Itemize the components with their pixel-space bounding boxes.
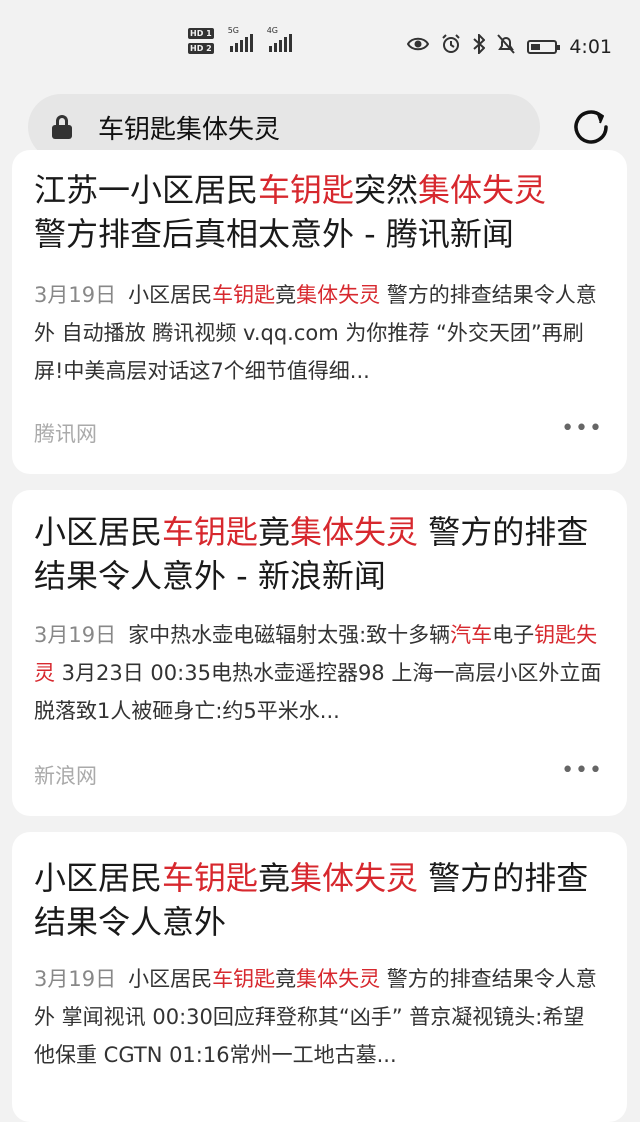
signal-2-label: 4G: [266, 26, 278, 35]
title-text: 江苏一小区居民: [34, 171, 259, 209]
refresh-icon[interactable]: [570, 106, 612, 148]
lock-icon: [52, 115, 72, 139]
snippet-text: 竟: [275, 967, 297, 991]
title-text: 突然: [354, 171, 419, 209]
snippet-text: 小区居民: [128, 283, 213, 307]
status-bar-left: HD 1 HD 2 5G 4G: [188, 26, 292, 54]
snippet-highlight: 集体失灵: [296, 967, 381, 991]
status-bar: HD 1 HD 2 5G 4G 4:01: [0, 0, 640, 88]
result-3-title[interactable]: 小区居民车钥匙竟集体失灵 警方的排查结果令人意外: [34, 856, 603, 944]
result-date: 3月19日: [34, 623, 117, 647]
title-highlight: 车钥匙: [162, 513, 259, 551]
result-2-title[interactable]: 小区居民车钥匙竟集体失灵 警方的排查结果令人意外 - 新浪新闻: [34, 510, 603, 598]
snippet-text: 竟: [275, 283, 297, 307]
snippet-highlight: 汽车: [450, 623, 493, 647]
snippet-text: 小区居民: [128, 967, 213, 991]
status-time: 4:01: [569, 35, 612, 58]
snippet-highlight: 车钥匙: [212, 283, 276, 307]
more-options-icon[interactable]: •••: [561, 416, 603, 441]
result-date: 3月19日: [34, 967, 117, 991]
status-bar-right: 4:01: [407, 32, 612, 59]
mute-bell-icon: [497, 34, 516, 59]
title-highlight: 集体失灵: [418, 171, 547, 209]
result-date: 3月19日: [34, 283, 117, 307]
alarm-icon: [441, 34, 461, 59]
title-highlight: 集体失灵: [290, 859, 419, 897]
result-1-title[interactable]: 江苏一小区居民车钥匙突然集体失灵警方排查后真相太意外 - 腾讯新闻: [34, 168, 603, 256]
title-text: 竟: [258, 859, 291, 897]
title-highlight: 集体失灵: [290, 513, 419, 551]
snippet-highlight: 车钥匙: [212, 967, 276, 991]
title-highlight: 车钥匙: [258, 171, 355, 209]
signal-1-label: 5G: [227, 26, 239, 35]
title-text: 竟: [258, 513, 291, 551]
result-2-source: 新浪网: [34, 764, 97, 788]
title-highlight: 车钥匙: [162, 859, 259, 897]
result-2-snippet: 3月19日 家中热水壶电磁辐射太强:致十多辆汽车电子钥匙失灵 3月23日 00:3…: [34, 616, 603, 730]
more-options-icon[interactable]: •••: [561, 758, 603, 783]
title-text: 小区居民: [34, 513, 163, 551]
hd1-icon: HD 1: [188, 28, 214, 39]
eye-icon: [407, 36, 430, 57]
title-text: 小区居民: [34, 859, 163, 897]
snippet-text: 3月23日 00:35电热水壶遥控器98 上海一高层小区外立面脱落致1人被砸身亡…: [34, 661, 602, 723]
signal-2-icon: 4G: [267, 26, 292, 52]
snippet-highlight: 集体失灵: [296, 283, 381, 307]
snippet-text: 家中热水壶电磁辐射太强:致十多辆: [128, 623, 451, 647]
hd2-icon: HD 2: [188, 43, 214, 54]
snippet-text: 电子: [492, 623, 535, 647]
hd-indicators: HD 1 HD 2: [188, 28, 214, 54]
result-1-snippet: 3月19日 小区居民车钥匙竟集体失灵 警方的排查结果令人意外 自动播放 腾讯视频 …: [34, 276, 603, 390]
title-text: 警方排查后真相太意外 - 腾讯新闻: [34, 215, 514, 253]
search-result-card-3[interactable]: 小区居民车钥匙竟集体失灵 警方的排查结果令人意外 3月19日 小区居民车钥匙竟集体…: [12, 832, 627, 1122]
bluetooth-icon: [473, 32, 486, 59]
search-result-card-2[interactable]: 小区居民车钥匙竟集体失灵 警方的排查结果令人意外 - 新浪新闻 3月19日 家中热…: [12, 490, 627, 816]
result-1-source: 腾讯网: [34, 422, 97, 446]
search-query[interactable]: 车钥匙集体失灵: [98, 109, 280, 146]
battery-icon: [527, 39, 561, 54]
signal-1-icon: 5G: [228, 26, 253, 52]
result-3-snippet: 3月19日 小区居民车钥匙竟集体失灵 警方的排查结果令人意外 掌闻视讯 00:30…: [34, 960, 603, 1074]
search-result-card-1[interactable]: 江苏一小区居民车钥匙突然集体失灵 警方排查后真相太意外 - 腾讯新闻 3月19日小…: [12, 150, 627, 474]
